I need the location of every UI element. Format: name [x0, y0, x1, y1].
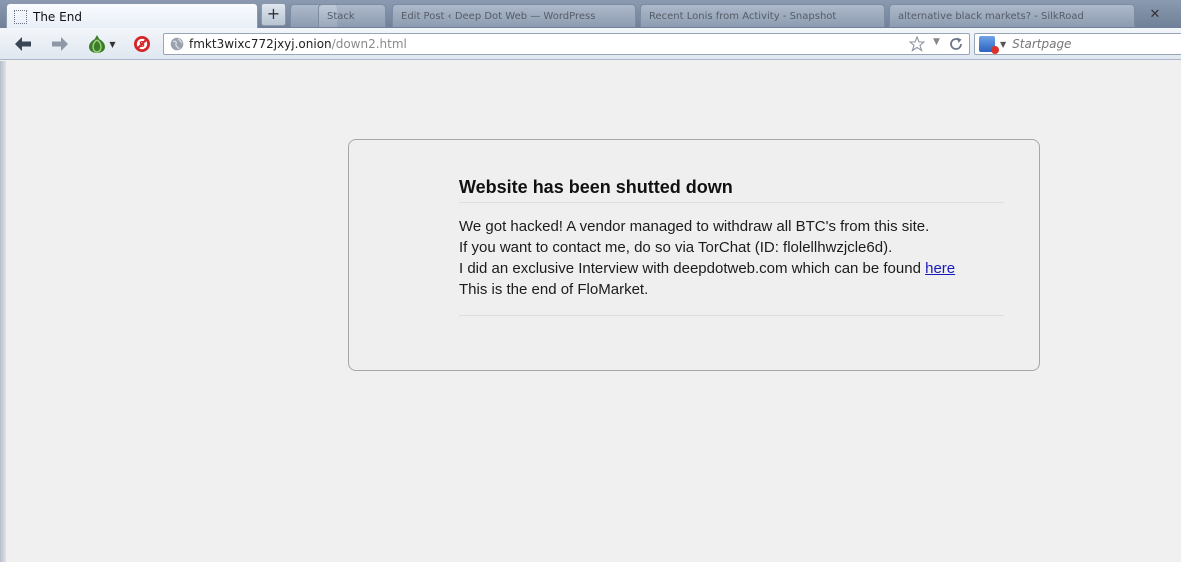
globe-icon [170, 37, 184, 51]
back-arrow-icon[interactable] [12, 33, 34, 55]
message-line: If you want to contact me, do so via Tor… [459, 239, 893, 256]
search-placeholder: Startpage [1012, 37, 1072, 51]
page-title: Website has been shutted down [459, 177, 1004, 203]
tab-strip: The End + Stack Edit Post ‹ Deep Dot Web… [0, 0, 1181, 29]
interview-text: I did an exclusive Interview with deepdo… [459, 260, 926, 277]
url-path: /down2.html [331, 37, 407, 51]
blank-page-icon [14, 9, 27, 24]
url-host: fmkt3wixc772jxyj.onion [189, 37, 332, 51]
background-tab[interactable]: Edit Post ‹ Deep Dot Web — WordPress [392, 4, 636, 27]
url-bar[interactable]: fmkt3wixc772jxyj.onion/down2.html ▼ [163, 33, 970, 55]
message-body: We got hacked! A vendor managed to withd… [459, 216, 1004, 316]
chevron-down-icon[interactable]: ▼ [1000, 40, 1006, 49]
close-tab-icon[interactable]: ✕ [1144, 4, 1166, 26]
url-text: fmkt3wixc772jxyj.onion/down2.html [189, 37, 407, 51]
search-bar[interactable]: ▼ Startpage [974, 33, 1181, 55]
background-tab[interactable]: Stack [318, 4, 386, 27]
noscript-icon: S [134, 36, 150, 52]
new-tab-button[interactable]: + [261, 3, 286, 26]
reload-icon[interactable] [948, 36, 964, 52]
tab-title: The End [33, 9, 82, 24]
background-tab-label: Stack [327, 10, 355, 22]
content-box: Website has been shutted down We got hac… [348, 139, 1040, 371]
message-container: Website has been shutted down We got hac… [459, 177, 1004, 316]
message-line: We got hacked! A vendor managed to withd… [459, 218, 930, 235]
tor-onion-button[interactable]: ▼ [84, 33, 120, 55]
forward-arrow-icon[interactable] [49, 33, 71, 55]
background-tab-label: Recent Lonis from Activity - Snapshot [649, 10, 837, 22]
interview-link[interactable]: here [925, 260, 955, 277]
sidebar-edge [0, 61, 6, 562]
star-icon[interactable] [909, 36, 925, 52]
message-line: I did an exclusive Interview with deepdo… [459, 258, 1004, 279]
tor-onion-icon [89, 35, 106, 53]
noscript-button[interactable]: S [131, 33, 153, 55]
chevron-down-icon: ▼ [109, 39, 116, 49]
background-tab-label: alternative black markets? - SilkRoad [898, 10, 1084, 22]
search-engine-icon[interactable] [979, 36, 999, 54]
navigation-toolbar: ▼ S fmkt3wixc772jxyj.onion/down2.html ▼ … [0, 28, 1181, 60]
background-tab[interactable]: alternative black markets? - SilkRoad [889, 4, 1135, 27]
tab-active[interactable]: The End [6, 3, 258, 29]
history-dropdown-icon[interactable]: ▼ [933, 37, 940, 47]
message-line: This is the end of FloMarket. [459, 281, 649, 298]
background-tab-label: Edit Post ‹ Deep Dot Web — WordPress [401, 10, 596, 22]
background-tab[interactable]: Recent Lonis from Activity - Snapshot [640, 4, 885, 27]
